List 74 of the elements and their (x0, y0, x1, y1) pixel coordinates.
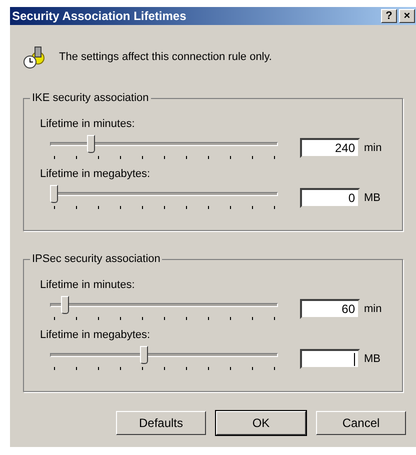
input-field[interactable]: 0 (300, 188, 360, 208)
unit-label: min (364, 302, 382, 317)
dialog-button[interactable]: Cancel (316, 411, 406, 435)
tick-mark (208, 206, 209, 209)
unit-label: MB (364, 190, 380, 206)
tick-mark (54, 156, 55, 159)
tick-mark (54, 367, 55, 370)
tick-mark (186, 317, 187, 320)
tick-mark (252, 156, 253, 159)
tick-mark (98, 206, 99, 209)
tick-mark (164, 156, 165, 159)
tick-mark (230, 367, 231, 370)
slider-thumb[interactable] (140, 346, 148, 364)
tick-mark (76, 317, 77, 320)
help-button[interactable]: ? (381, 9, 397, 23)
tick-mark (230, 317, 231, 320)
tick-mark (76, 367, 77, 370)
tick-mark (186, 367, 187, 370)
tick-mark (274, 156, 275, 159)
group-title: IKE security association (30, 91, 151, 105)
tick-mark (142, 206, 143, 209)
tick-mark (76, 206, 77, 209)
tick-mark (274, 367, 275, 370)
tick-mark (252, 367, 253, 370)
field-label: Lifetime in minutes: (40, 278, 135, 292)
slider-track[interactable] (50, 185, 278, 211)
tick-mark (120, 206, 121, 209)
tick-mark (186, 156, 187, 159)
tick-mark (208, 317, 209, 320)
unit-label: MB (364, 352, 380, 367)
field-label: Lifetime in megabytes: (40, 328, 150, 342)
tick-mark (164, 317, 165, 320)
dialog-button[interactable]: OK (216, 411, 306, 435)
tick-mark (142, 317, 143, 320)
tick-mark (252, 206, 253, 209)
input-field[interactable]: 240 (300, 138, 360, 158)
slider-track[interactable] (50, 296, 278, 322)
dialog-button[interactable]: Defaults (116, 411, 206, 435)
close-button[interactable]: × (399, 9, 415, 23)
tick-mark (164, 367, 165, 370)
unit-label: min (364, 140, 382, 156)
tick-mark (120, 156, 121, 159)
tick-mark (98, 317, 99, 320)
input-field[interactable]: 60 (300, 299, 360, 319)
tick-mark (76, 156, 77, 159)
tick-mark (274, 317, 275, 320)
info-text: The settings affect this connection rule only. (59, 50, 272, 65)
tick-mark (230, 156, 231, 159)
tick-mark (274, 206, 275, 209)
text-cursor (354, 352, 355, 366)
field-label: Lifetime in megabytes: (40, 167, 150, 181)
window-title: Security Association Lifetimes (12, 10, 186, 22)
input-field[interactable] (300, 349, 360, 369)
tick-mark (208, 367, 209, 370)
tick-mark (120, 317, 121, 320)
slider-track[interactable] (50, 346, 278, 372)
tick-mark (208, 156, 209, 159)
tick-mark (54, 206, 55, 209)
tick-mark (230, 206, 231, 209)
tick-mark (142, 367, 143, 370)
slider-thumb[interactable] (87, 135, 96, 153)
tick-mark (98, 367, 99, 370)
group-title: IPSec security association (30, 252, 162, 266)
field-label: Lifetime in minutes: (40, 117, 135, 131)
tick-mark (142, 156, 143, 159)
tick-mark (164, 206, 165, 209)
slider-thumb[interactable] (50, 185, 58, 203)
tick-mark (98, 156, 99, 159)
tick-mark (120, 367, 121, 370)
tick-mark (54, 317, 55, 320)
tick-mark (186, 206, 187, 209)
slider-track[interactable] (50, 135, 278, 161)
slider-thumb[interactable] (61, 296, 69, 314)
tick-mark (252, 317, 253, 320)
